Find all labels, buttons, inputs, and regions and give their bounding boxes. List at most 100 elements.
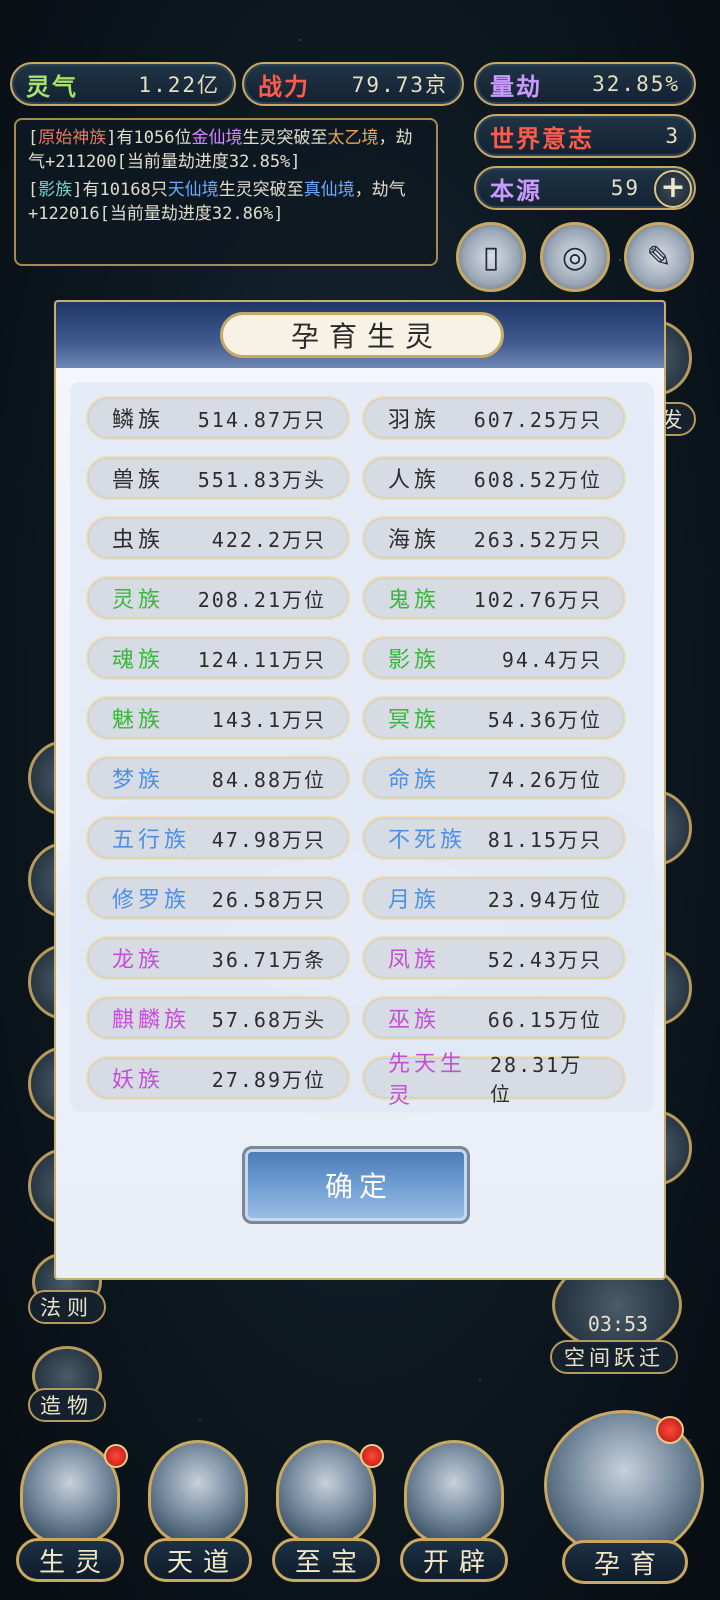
race-name: 海族 [388, 528, 441, 553]
race-row: 魂族 124.11万只 [86, 636, 350, 680]
race-row: 先天生灵 28.31万位 [362, 1052, 626, 1109]
rule-button[interactable]: 法则 [28, 1290, 106, 1324]
race-count: 81.15万只 [487, 827, 602, 852]
race-name: 魅族 [112, 708, 165, 733]
notification-dot [104, 1444, 128, 1468]
creation-button[interactable]: 造物 [28, 1388, 106, 1422]
scroll-icon[interactable]: ✎ [624, 222, 694, 292]
race-row: 兽族 551.83万头 [86, 456, 350, 500]
race-count: 57.68万头 [211, 1007, 326, 1032]
zhanli-value: 79.73京 [351, 73, 448, 97]
swirl-icon[interactable]: ◎ [540, 222, 610, 292]
race-count: 84.88万位 [211, 767, 326, 792]
race-count: 52.43万只 [487, 947, 602, 972]
race-name: 先天生灵 [388, 1052, 467, 1109]
nav-label: 孕育 [562, 1540, 688, 1584]
race-count: 54.36万位 [487, 707, 602, 732]
race-name: 不死族 [388, 828, 467, 853]
log-entry: [影族]有10168只天仙境生灵突破至真仙境，劫气+122016[当前量劫进度3… [28, 180, 406, 224]
race-count: 263.52万只 [473, 527, 602, 552]
nav-yunyu[interactable]: 孕育 [540, 1410, 710, 1590]
add-benyuan-button[interactable]: + [654, 170, 692, 208]
race-name: 鬼族 [388, 588, 441, 613]
space-jump-timer: 03:53 [587, 1312, 649, 1336]
tiandao-emblem-icon [148, 1440, 248, 1545]
race-row: 妖族 27.89万位 [86, 1056, 350, 1100]
race-name: 巫族 [388, 1008, 441, 1033]
liangjie-stat[interactable]: 量劫 32.85% [474, 62, 696, 106]
race-name: 虫族 [112, 528, 165, 553]
liangjie-label: 量劫 [490, 72, 542, 101]
race-count: 143.1万只 [211, 707, 326, 732]
shijie-stat[interactable]: 世界意志 3 [474, 114, 696, 158]
shijie-label: 世界意志 [490, 124, 594, 153]
race-name: 命族 [388, 768, 441, 793]
notification-dot [360, 1444, 384, 1468]
nav-label: 生灵 [16, 1538, 124, 1582]
nav-label: 天道 [144, 1538, 252, 1582]
nav-kaipi[interactable]: 开辟 [394, 1440, 514, 1590]
race-count: 66.15万位 [487, 1007, 602, 1032]
benyuan-label: 本源 [490, 176, 542, 205]
race-row: 人族 608.52万位 [362, 456, 626, 500]
race-name: 影族 [388, 648, 441, 673]
zhanli-label: 战力 [258, 72, 310, 101]
race-name: 兽族 [112, 468, 165, 493]
benyuan-stat: 本源 59 + [474, 166, 696, 210]
race-row: 凤族 52.43万只 [362, 936, 626, 980]
race-name: 鳞族 [112, 408, 165, 433]
race-row: 鬼族 102.76万只 [362, 576, 626, 620]
race-count: 124.11万只 [197, 647, 326, 672]
benyuan-value: 59 [610, 176, 640, 200]
race-count: 74.26万位 [487, 767, 602, 792]
race-row: 梦族 84.88万位 [86, 756, 350, 800]
race-row: 魅族 143.1万只 [86, 696, 350, 740]
lingqi-stat: 灵气 1.22亿 [10, 62, 236, 106]
race-name: 修罗族 [112, 888, 191, 913]
race-row: 不死族 81.15万只 [362, 816, 626, 860]
nav-label: 至宝 [272, 1538, 380, 1582]
race-count: 422.2万只 [211, 527, 326, 552]
race-count: 47.98万只 [211, 827, 326, 852]
race-count: 27.89万位 [211, 1067, 326, 1092]
race-count: 208.21万位 [197, 587, 326, 612]
race-count: 94.4万只 [501, 647, 602, 672]
lingqi-value: 1.22亿 [138, 73, 220, 97]
race-count: 514.87万只 [197, 407, 326, 432]
race-name: 麒麟族 [112, 1008, 191, 1033]
confirm-button[interactable]: 确定 [242, 1146, 470, 1224]
race-count: 26.58万只 [211, 887, 326, 912]
race-row: 五行族 47.98万只 [86, 816, 350, 860]
dialog-title: 孕育生灵 [220, 312, 504, 358]
race-name: 梦族 [112, 768, 165, 793]
breed-creatures-dialog: 孕育生灵 鳞族 514.87万只 羽族 607.25万只兽族 551.83万头 人族 608… [54, 300, 666, 1280]
race-name: 龙族 [112, 948, 165, 973]
race-list[interactable]: 鳞族 514.87万只 羽族 607.25万只兽族 551.83万头 人族 608.52万位… [70, 382, 654, 1112]
race-row: 灵族 208.21万位 [86, 576, 350, 620]
breakthrough-log: [原始神族]有1056位金仙境生灵突破至太乙境，劫气+211200[当前量劫进度… [14, 118, 438, 266]
log-entry: [原始神族]有1056位金仙境生灵突破至太乙境，劫气+211200[当前量劫进度… [28, 128, 413, 172]
race-name: 月族 [388, 888, 441, 913]
race-count: 607.25万只 [473, 407, 602, 432]
lingqi-label: 灵气 [26, 72, 78, 101]
race-count: 28.31万位 [490, 1053, 583, 1106]
race-row: 虫族 422.2万只 [86, 516, 350, 560]
card-icon[interactable]: ▯ [456, 222, 526, 292]
race-row: 海族 263.52万只 [362, 516, 626, 560]
race-count: 102.76万只 [473, 587, 602, 612]
race-count: 36.71万条 [211, 947, 326, 972]
race-row: 修罗族 26.58万只 [86, 876, 350, 920]
race-row: 麒麟族 57.68万头 [86, 996, 350, 1040]
liangjie-value: 32.85% [592, 72, 680, 96]
race-row: 巫族 66.15万位 [362, 996, 626, 1040]
race-row: 鳞族 514.87万只 [86, 396, 350, 440]
race-row: 羽族 607.25万只 [362, 396, 626, 440]
race-row: 冥族 54.36万位 [362, 696, 626, 740]
race-count: 23.94万位 [487, 887, 602, 912]
nav-tiandao[interactable]: 天道 [138, 1440, 258, 1590]
race-name: 人族 [388, 468, 441, 493]
race-name: 五行族 [112, 828, 191, 853]
shijie-value: 3 [665, 124, 680, 148]
space-jump-button[interactable]: 空间跃迁 [550, 1340, 678, 1374]
race-name: 羽族 [388, 408, 441, 433]
